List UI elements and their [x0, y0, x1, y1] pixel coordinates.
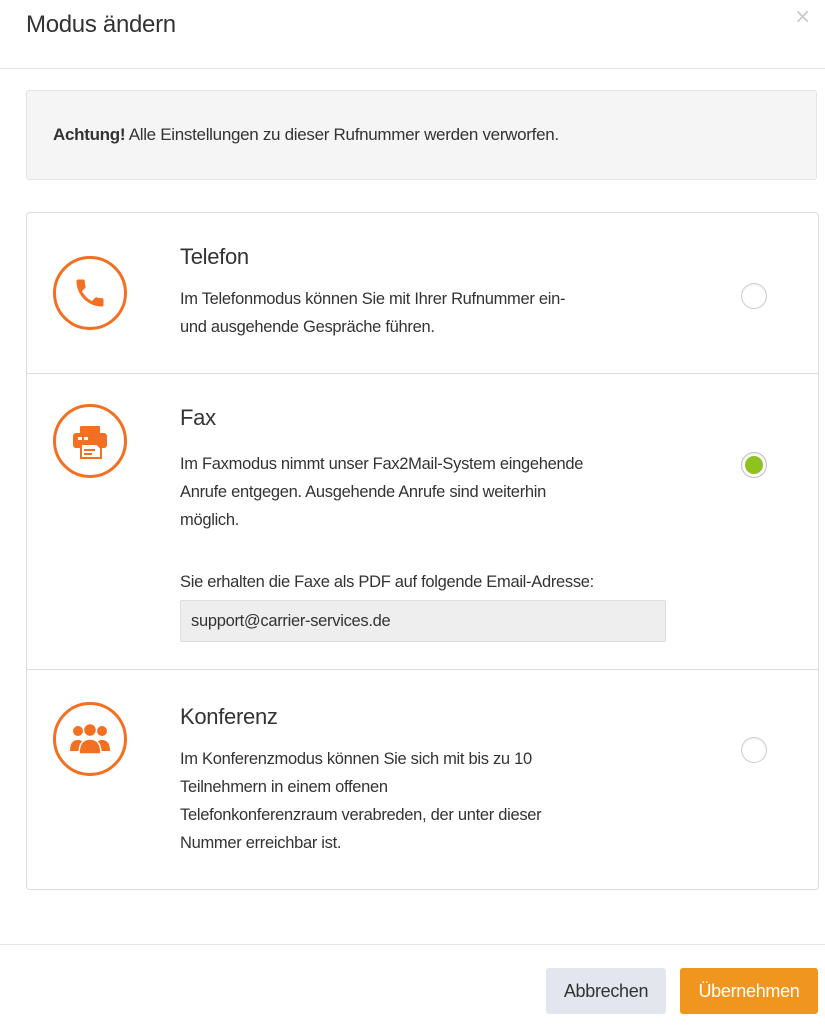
description-line: Im Telefonmodus können Sie mit Ihrer Ruf… [180, 290, 566, 308]
email-label: Sie erhalten die Faxe als PDF auf folgen… [180, 573, 594, 591]
option-title: Fax [180, 405, 216, 430]
option-description: Im Telefonmodus können Sie mit Ihrer Ruf… [180, 285, 565, 341]
radio-selected-dot [745, 456, 763, 474]
close-button[interactable]: × [794, 6, 811, 26]
description-line: Telefonkonferenzraum verabreden, der unt… [180, 806, 542, 824]
option-description: Im Faxmodus nimmt unser Fax2Mail-System … [180, 450, 583, 534]
warning-strong: Achtung! [53, 125, 126, 144]
description-line: Im Faxmodus nimmt unser Fax2Mail-System … [180, 455, 584, 473]
modal-footer-divider [0, 944, 825, 945]
close-icon: × [794, 4, 811, 28]
email-field[interactable] [180, 600, 666, 642]
modal-title: Modus ändern [26, 11, 176, 38]
description-line: Im Konferenzmodus können Sie sich mit bi… [180, 750, 532, 768]
option-telefon[interactable]: Telefon Im Telefonmodus können Sie mit I… [27, 213, 818, 374]
conference-icon [53, 702, 127, 776]
option-description: Im Konferenzmodus können Sie sich mit bi… [180, 745, 542, 857]
radio-telefon[interactable] [741, 283, 767, 309]
description-line: möglich. [180, 511, 240, 529]
phone-icon [53, 256, 127, 330]
radio-konferenz[interactable] [741, 737, 767, 763]
option-title: Telefon [180, 244, 249, 269]
option-title: Konferenz [180, 704, 278, 729]
description-line: Anrufe entgegen. Ausgehende Anrufe sind … [180, 483, 547, 501]
description-line: Teilnehmern in einem offenen [180, 778, 388, 796]
description-line: Nummer erreichbar ist. [180, 834, 342, 852]
option-konferenz[interactable]: Konferenz Im Konferenzmodus können Sie s… [27, 670, 818, 889]
warning-message: Achtung! Alle Einstellungen zu dieser Ru… [53, 124, 559, 146]
warning-alert: Achtung! Alle Einstellungen zu dieser Ru… [26, 90, 817, 180]
modal-header: Modus ändern × [0, 0, 825, 69]
warning-text: Alle Einstellungen zu dieser Rufnummer w… [125, 125, 559, 144]
mode-options-list: Telefon Im Telefonmodus können Sie mit I… [26, 212, 819, 890]
radio-fax[interactable] [741, 452, 767, 478]
description-line: und ausgehende Gespräche führen. [180, 318, 435, 336]
fax-icon [53, 404, 127, 478]
submit-button[interactable]: Übernehmen [680, 968, 818, 1014]
option-fax[interactable]: Fax Im Faxmodus nimmt unser Fax2Mail-Sys… [27, 374, 818, 670]
cancel-button[interactable]: Abbrechen [546, 968, 666, 1014]
